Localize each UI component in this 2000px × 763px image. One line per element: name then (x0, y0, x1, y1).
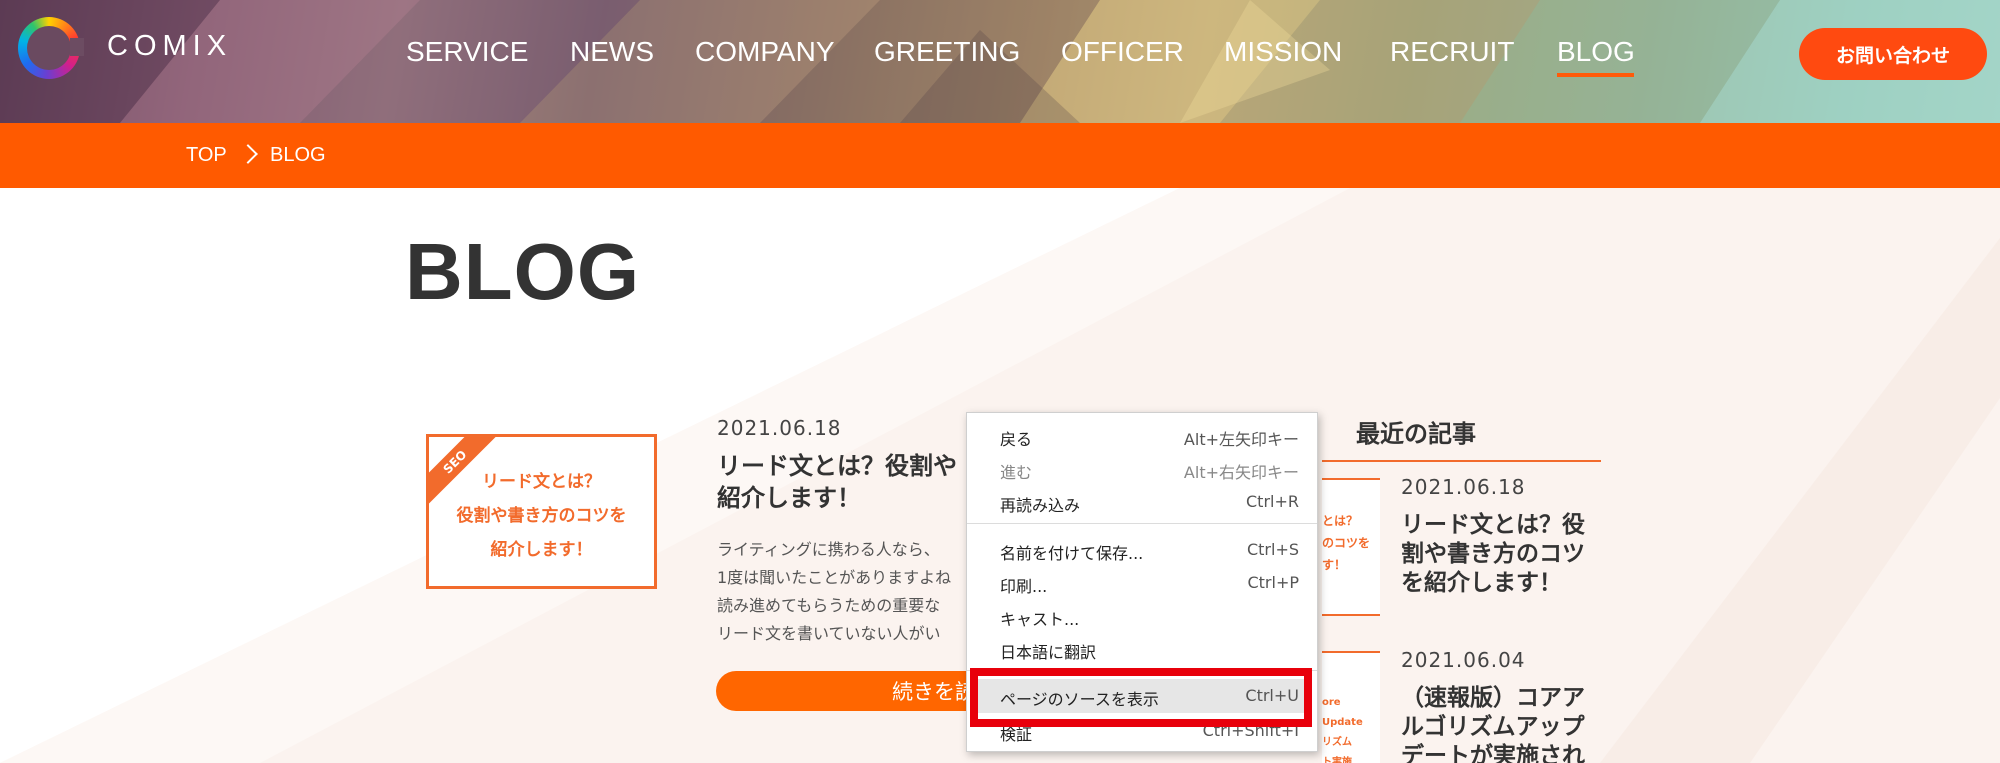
thumbnail-line: リズム (1322, 737, 1352, 748)
nav-item-news[interactable]: NEWS (570, 36, 654, 68)
page-title: BLOG (405, 227, 641, 316)
logo-icon-gap (70, 38, 84, 56)
contact-button[interactable]: お問い合わせ (1799, 28, 1987, 80)
excerpt-line: 1度は聞いたことがありますよね (717, 568, 952, 587)
thumbnail-line: 役割や書き方のコツを (456, 506, 627, 526)
menu-item-shortcut: Alt+左矢印キー (1183, 430, 1299, 449)
menu-item-reload[interactable]: 再読み込み Ctrl+R (967, 487, 1317, 517)
menu-item-label: 戻る (1000, 430, 1033, 449)
recent-post-title-line[interactable]: を紹介します！ (1401, 569, 1601, 598)
menu-item-label: 進む (1000, 463, 1033, 482)
menu-item-label: 名前を付けて保存... (1000, 544, 1144, 563)
nav-item-greeting[interactable]: GREETING (874, 36, 1020, 68)
menu-item-label: 再読み込み (1000, 496, 1081, 515)
excerpt-line: リード文を書いていない人がい (717, 624, 941, 643)
thumbnail-line: ト実施 (1322, 757, 1352, 763)
menu-item-label: 印刷... (1000, 577, 1048, 596)
recent-post-title-line[interactable]: リード文とは？役 (1401, 511, 1601, 540)
recent-post-title[interactable]: リード文とは？役 割や書き方のコツ を紹介します！ (1401, 511, 1601, 598)
thumbnail-line: のコツを (1322, 536, 1371, 550)
breadcrumb: TOP BLOG (0, 123, 2000, 188)
nav-item-recruit[interactable]: RECRUIT (1390, 36, 1514, 68)
post-title[interactable]: リード文とは？役割や 紹介します！ (717, 450, 1002, 514)
nav-item-service[interactable]: SERVICE (406, 36, 528, 68)
post-thumbnail[interactable]: SEO リード文とは？ 役割や書き方のコツを 紹介します！ (426, 434, 657, 589)
recent-post-date: 2021.06.18 (1401, 475, 1526, 499)
post-excerpt: ライティングに携わる人なら、 1度は聞いたことがありますよね 読み進めてもらうた… (717, 536, 1007, 648)
thumbnail-text: リード文とは？ 役割や書き方のコツを 紹介します！ (429, 465, 654, 567)
nav-item-mission[interactable]: MISSION (1224, 36, 1342, 68)
post-date: 2021.06.18 (717, 416, 842, 440)
menu-separator (967, 523, 1317, 524)
recent-post-thumbnail[interactable]: とは？ のコツを す！ (1322, 478, 1380, 616)
menu-item-translate[interactable]: 日本語に翻訳 (967, 634, 1317, 664)
logo-text[interactable]: COMIX (107, 30, 232, 63)
recent-post-thumbnail[interactable]: ore Update リズム ト実施 (1322, 651, 1380, 763)
sidebar-divider (1322, 460, 1601, 462)
site-header: COMIX SERVICE NEWS COMPANY GREETING OFFI… (0, 0, 2000, 123)
menu-item-forward[interactable]: 進む Alt+右矢印キー (967, 454, 1317, 484)
nav-item-blog[interactable]: BLOG (1557, 36, 1635, 68)
menu-item-shortcut: Ctrl+P (1247, 573, 1299, 592)
menu-item-shortcut: Alt+右矢印キー (1183, 463, 1299, 482)
thumbnail-line: ore Update (1322, 697, 1363, 728)
highlight-annotation-box (970, 668, 1312, 727)
nav-item-company[interactable]: COMPANY (695, 36, 835, 68)
thumbnail-line: す！ (1322, 558, 1347, 572)
menu-item-label: 日本語に翻訳 (1000, 643, 1097, 662)
menu-item-cast[interactable]: キャスト... (967, 601, 1317, 631)
post-title-line[interactable]: 紹介します！ (717, 482, 1002, 514)
read-more-label: 続きを読 (892, 680, 976, 704)
recent-post-title-line[interactable]: ルゴリズムアップ (1401, 713, 1601, 742)
breadcrumb-blog: BLOG (270, 144, 326, 166)
post-title-line[interactable]: リード文とは？役割や (717, 450, 1002, 482)
menu-item-label: キャスト... (1000, 610, 1080, 629)
recent-post-title-line[interactable]: （速報版）コアア (1401, 684, 1601, 713)
nav-active-indicator (1557, 73, 1634, 77)
sidebar-title: 最近の記事 (1356, 420, 1476, 448)
excerpt-line: 読み進めてもらうための重要な (717, 596, 941, 615)
thumbnail-line: リード文とは？ (482, 472, 601, 492)
nav-item-officer[interactable]: OFFICER (1061, 36, 1184, 68)
breadcrumb-top[interactable]: TOP (186, 144, 227, 167)
menu-item-save-as[interactable]: 名前を付けて保存... Ctrl+S (967, 535, 1317, 565)
recent-post-date: 2021.06.04 (1401, 648, 1526, 672)
recent-post-title-line[interactable]: デートが実施され (1401, 742, 1601, 763)
recent-post-title[interactable]: （速報版）コアア ルゴリズムアップ デートが実施され (1401, 684, 1601, 763)
thumbnail-line: とは？ (1322, 514, 1359, 528)
menu-item-print[interactable]: 印刷... Ctrl+P (967, 568, 1317, 598)
excerpt-line: ライティングに携わる人なら、 (717, 540, 940, 559)
thumbnail-line: 紹介します！ (490, 540, 593, 560)
menu-item-back[interactable]: 戻る Alt+左矢印キー (967, 421, 1317, 451)
recent-post-title-line[interactable]: 割や書き方のコツ (1401, 540, 1601, 569)
menu-item-shortcut: Ctrl+R (1246, 492, 1299, 511)
menu-item-shortcut: Ctrl+S (1246, 540, 1299, 559)
